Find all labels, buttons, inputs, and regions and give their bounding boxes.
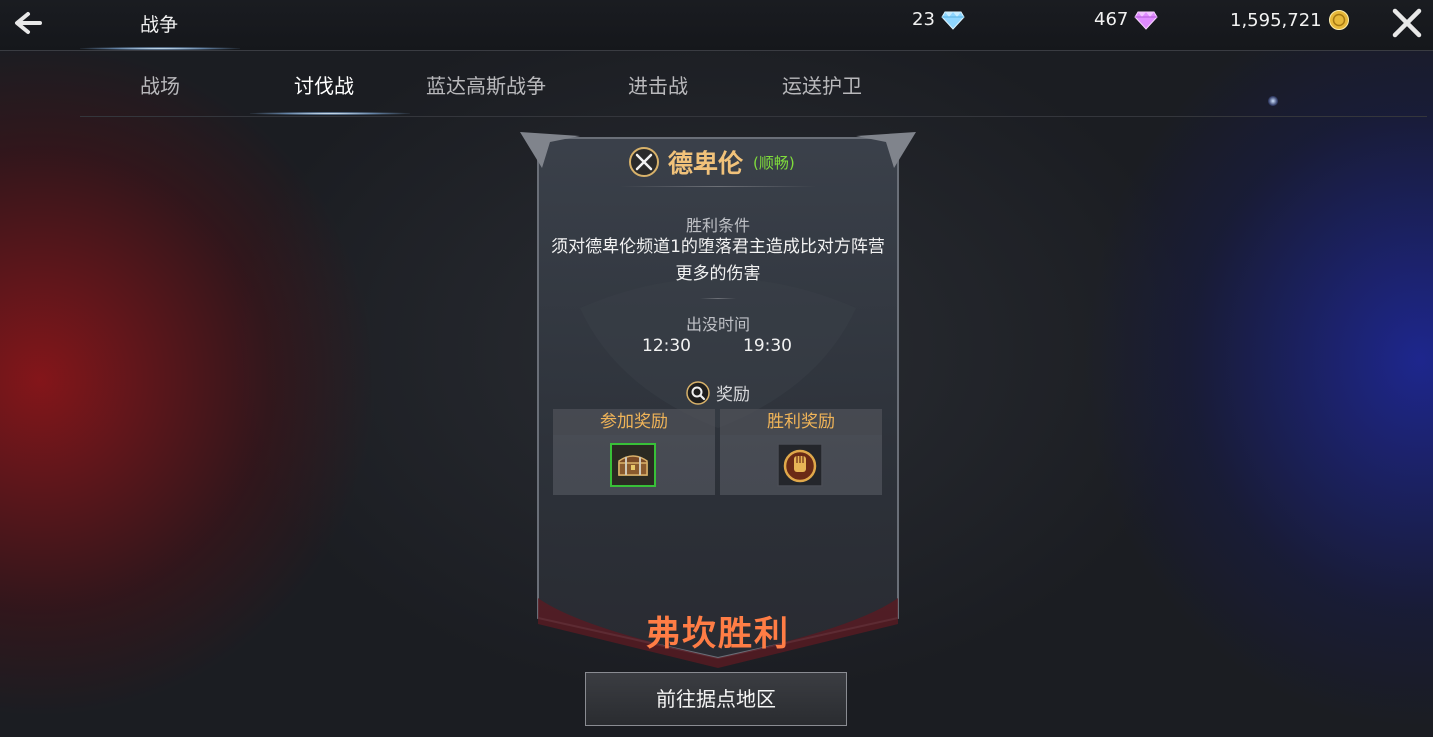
victory-condition-label: 胜利条件	[685, 216, 750, 235]
victory-reward-label: 胜利奖励	[720, 409, 882, 435]
boss-title-row: 德卑伦 (顺畅)	[628, 144, 795, 180]
tab-bar: 战场 讨伐战 蓝达高斯战争 进击战 运送护卫	[80, 60, 1427, 117]
tab-battlefield[interactable]: 战场	[140, 70, 180, 99]
tab-assault[interactable]: 进击战	[628, 70, 688, 99]
gold-fist-medal-icon[interactable]	[777, 443, 823, 487]
participation-reward-box: 参加奖励	[553, 409, 715, 495]
page-title: 战争	[140, 14, 179, 36]
back-arrow-icon[interactable]	[10, 6, 46, 42]
purple-diamond-value: 467	[1094, 9, 1129, 30]
participation-reward-label: 参加奖励	[553, 409, 715, 435]
currency-blue-diamond: 23	[912, 9, 965, 30]
appearance-time-label: 出没时间	[685, 315, 750, 334]
boss-name: 德卑伦	[668, 149, 744, 178]
go-to-stronghold-button[interactable]: 前往据点地区	[585, 672, 847, 726]
tab-subjugation[interactable]: 讨伐战	[294, 70, 354, 99]
active-tab-indicator	[250, 112, 410, 115]
gold-value: 1,595,721	[1230, 9, 1322, 31]
gold-coin-icon	[1328, 10, 1349, 30]
victory-condition-text: 须对德卑伦频道1的堕落君主造成比对方阵营更多的伤害	[551, 237, 885, 284]
currency-purple-diamond: 467	[1094, 9, 1158, 30]
top-bar: 战争 23 467 1,595,721	[0, 0, 1433, 51]
tab-escort[interactable]: 运送护卫	[782, 70, 862, 99]
channel-status: (顺畅)	[753, 153, 795, 172]
battle-result: 弗坎胜利	[646, 614, 790, 654]
reward-header: 奖励	[520, 380, 916, 405]
title-divider	[620, 186, 816, 187]
boss-info-banner: 德卑伦 (顺畅) 胜利条件 须对德卑伦频道1的堕落君主造成比对方阵营更多的伤害 …	[520, 128, 916, 668]
section-divider	[700, 298, 736, 299]
victory-reward-box: 胜利奖励	[720, 409, 882, 495]
currency-gold: 1,595,721	[1230, 9, 1350, 31]
magnifier-icon[interactable]	[686, 380, 710, 405]
purple-diamond-icon	[1134, 11, 1158, 30]
reward-label: 奖励	[716, 385, 750, 405]
title-glow	[80, 47, 240, 50]
blue-diamond-value: 23	[912, 9, 935, 30]
sparkle-decoration	[1268, 96, 1278, 106]
treasure-chest-icon[interactable]	[610, 443, 656, 487]
appearance-time-1: 12:30	[642, 336, 691, 356]
crossed-swords-icon	[629, 147, 659, 177]
tab-randagos-war[interactable]: 蓝达高斯战争	[426, 70, 546, 99]
appearance-time-2: 19:30	[743, 336, 792, 356]
close-icon[interactable]	[1388, 4, 1426, 42]
blue-diamond-icon	[941, 11, 965, 30]
